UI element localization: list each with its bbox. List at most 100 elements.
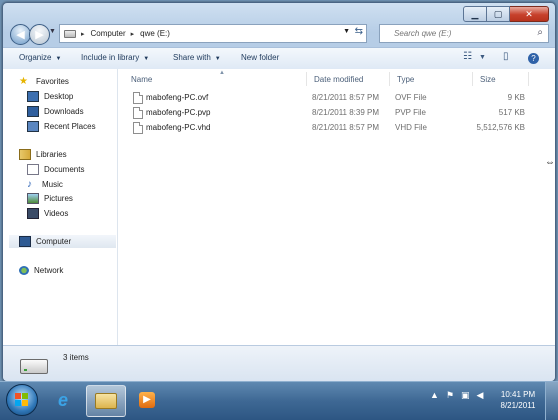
address-dropdown-icon[interactable]: ▼: [343, 28, 350, 35]
file-icon: [133, 92, 143, 104]
downloads-icon: [27, 106, 39, 117]
taskbar-media-player[interactable]: ▶: [128, 385, 166, 415]
search-icon[interactable]: ⌕: [537, 27, 543, 38]
caption-buttons: ▁ ▢ ✕: [463, 6, 549, 22]
clock-date: 8/21/2011: [500, 401, 536, 410]
network-status-icon[interactable]: ▣: [461, 390, 470, 401]
file-date: 8/21/2011 8:57 PM: [312, 123, 380, 132]
nav-item-music-label: Music: [42, 180, 63, 189]
nav-item-documents[interactable]: Documents: [27, 163, 84, 176]
nav-favorites[interactable]: ★ Favorites: [19, 75, 69, 88]
include-in-library-button[interactable]: Include in library ▼: [81, 53, 149, 62]
show-desktop-button[interactable]: [545, 382, 558, 420]
view-options-dropdown-icon[interactable]: ▼: [479, 54, 486, 61]
drive-icon: [20, 359, 48, 374]
forward-arrow-icon: ▶: [35, 29, 44, 41]
search-box[interactable]: ⌕: [379, 24, 549, 43]
drive-icon: [64, 29, 76, 38]
nav-item-downloads[interactable]: Downloads: [27, 105, 84, 118]
libraries-icon: [19, 149, 31, 160]
clock[interactable]: 10:41 PM 8/21/2011: [496, 389, 540, 411]
notification-area: ▲ ⚑ ▣ ◀: [430, 390, 483, 401]
content-area: ★ Favorites Desktop Downloads Recent Pla…: [3, 69, 555, 345]
file-type: PVP File: [395, 108, 426, 117]
include-in-library-label: Include in library: [81, 53, 140, 62]
nav-libraries-label: Libraries: [36, 150, 67, 159]
volume-icon[interactable]: ◀: [477, 390, 484, 401]
nav-network-label: Network: [34, 266, 64, 275]
taskbar-windows-explorer[interactable]: [86, 385, 126, 417]
windows-logo-icon: [15, 393, 28, 406]
nav-favorites-label: Favorites: [36, 77, 69, 86]
internet-explorer-icon: e: [57, 389, 68, 410]
file-name: mabofeng-PC.ovf: [146, 93, 209, 102]
chevron-down-icon: ▼: [143, 56, 150, 62]
item-count: 3 items: [63, 353, 89, 362]
nav-computer[interactable]: Computer: [9, 235, 116, 248]
breadcrumb-separator[interactable]: ▸: [131, 30, 135, 38]
nav-libraries[interactable]: Libraries: [19, 148, 67, 161]
file-date: 8/21/2011 8:57 PM: [312, 93, 380, 102]
nav-item-desktop[interactable]: Desktop: [27, 90, 73, 103]
nav-item-music[interactable]: ♪ Music: [27, 178, 63, 191]
search-input[interactable]: [392, 28, 536, 39]
minimize-button[interactable]: ▁: [463, 6, 487, 22]
nav-network[interactable]: Network: [19, 264, 63, 277]
file-list: Name ▲ Date modified Type Size mabofeng-…: [118, 69, 555, 345]
breadcrumb-separator[interactable]: ▸: [81, 30, 85, 38]
file-date: 8/21/2011 8:39 PM: [312, 108, 380, 117]
nav-item-videos[interactable]: Videos: [27, 207, 68, 220]
chevron-down-icon: ▼: [214, 56, 221, 62]
back-button[interactable]: ◀: [10, 24, 31, 45]
music-icon: ♪: [27, 179, 32, 190]
refresh-icon[interactable]: ⇆: [355, 26, 363, 37]
change-view-icon[interactable]: ☷: [463, 51, 472, 62]
file-name: mabofeng-PC.vhd: [146, 123, 211, 132]
nav-item-pictures[interactable]: Pictures: [27, 192, 73, 205]
media-player-icon: ▶: [139, 392, 155, 408]
share-with-button[interactable]: Share with ▼: [173, 53, 221, 62]
address-bar[interactable]: ▸ Computer ▸ qwe (E:) ▼ ⇆: [59, 24, 367, 43]
nav-item-recent-places[interactable]: Recent Places: [27, 120, 96, 133]
recent-places-icon: [27, 121, 39, 132]
column-header-name[interactable]: Name ▲: [124, 70, 307, 86]
desktop-icon: [27, 91, 39, 102]
file-icon: [133, 107, 143, 119]
nav-item-recent-places-label: Recent Places: [44, 122, 96, 131]
recent-pages-dropdown-icon[interactable]: ▼: [49, 28, 56, 35]
help-icon[interactable]: ?: [528, 53, 539, 64]
preview-pane-icon[interactable]: ▯: [503, 51, 509, 62]
file-name: mabofeng-PC.pvp: [146, 108, 211, 117]
column-header-type[interactable]: Type: [390, 72, 473, 86]
file-row[interactable]: mabofeng-PC.ovf 8/21/2011 8:57 PM OVF Fi…: [118, 91, 555, 105]
action-center-flag-icon[interactable]: ⚑: [446, 390, 454, 401]
file-size: 5,512,576 KB: [476, 123, 525, 132]
address-row: ◀ ▶ ▼ ▸ Computer ▸ qwe (E:) ▼ ⇆ ⌕: [9, 23, 549, 45]
start-button[interactable]: [6, 384, 38, 416]
file-row[interactable]: mabofeng-PC.pvp 8/21/2011 8:39 PM PVP Fi…: [118, 106, 555, 120]
show-hidden-icons-icon[interactable]: ▲: [430, 390, 439, 401]
nav-item-documents-label: Documents: [44, 165, 85, 174]
videos-icon: [27, 208, 39, 219]
organize-button[interactable]: Organize ▼: [19, 53, 61, 62]
pictures-icon: [27, 193, 39, 204]
maximize-button[interactable]: ▢: [487, 6, 510, 22]
breadcrumb-computer[interactable]: Computer: [91, 29, 126, 38]
network-icon: [19, 266, 29, 275]
navigation-pane: ★ Favorites Desktop Downloads Recent Pla…: [3, 69, 118, 345]
file-row[interactable]: mabofeng-PC.vhd 8/21/2011 8:57 PM VHD Fi…: [118, 121, 555, 135]
new-folder-button[interactable]: New folder: [241, 53, 279, 62]
close-button[interactable]: ✕: [510, 6, 549, 22]
forward-button[interactable]: ▶: [29, 24, 50, 45]
column-header-size[interactable]: Size: [473, 72, 529, 86]
file-size: 517 KB: [498, 108, 525, 117]
breadcrumb-drive[interactable]: qwe (E:): [140, 29, 170, 38]
share-with-label: Share with: [173, 53, 211, 62]
clock-time: 10:41 PM: [500, 390, 536, 399]
documents-icon: [27, 164, 39, 175]
column-header-date-modified[interactable]: Date modified: [307, 72, 390, 86]
star-icon: ★: [19, 76, 28, 87]
taskbar: e ▶ ▲ ⚑ ▣ ◀ 10:41 PM 8/21/2011: [0, 381, 558, 420]
taskbar-internet-explorer[interactable]: e: [44, 385, 82, 415]
resize-cursor-icon: ⇔: [545, 157, 555, 168]
